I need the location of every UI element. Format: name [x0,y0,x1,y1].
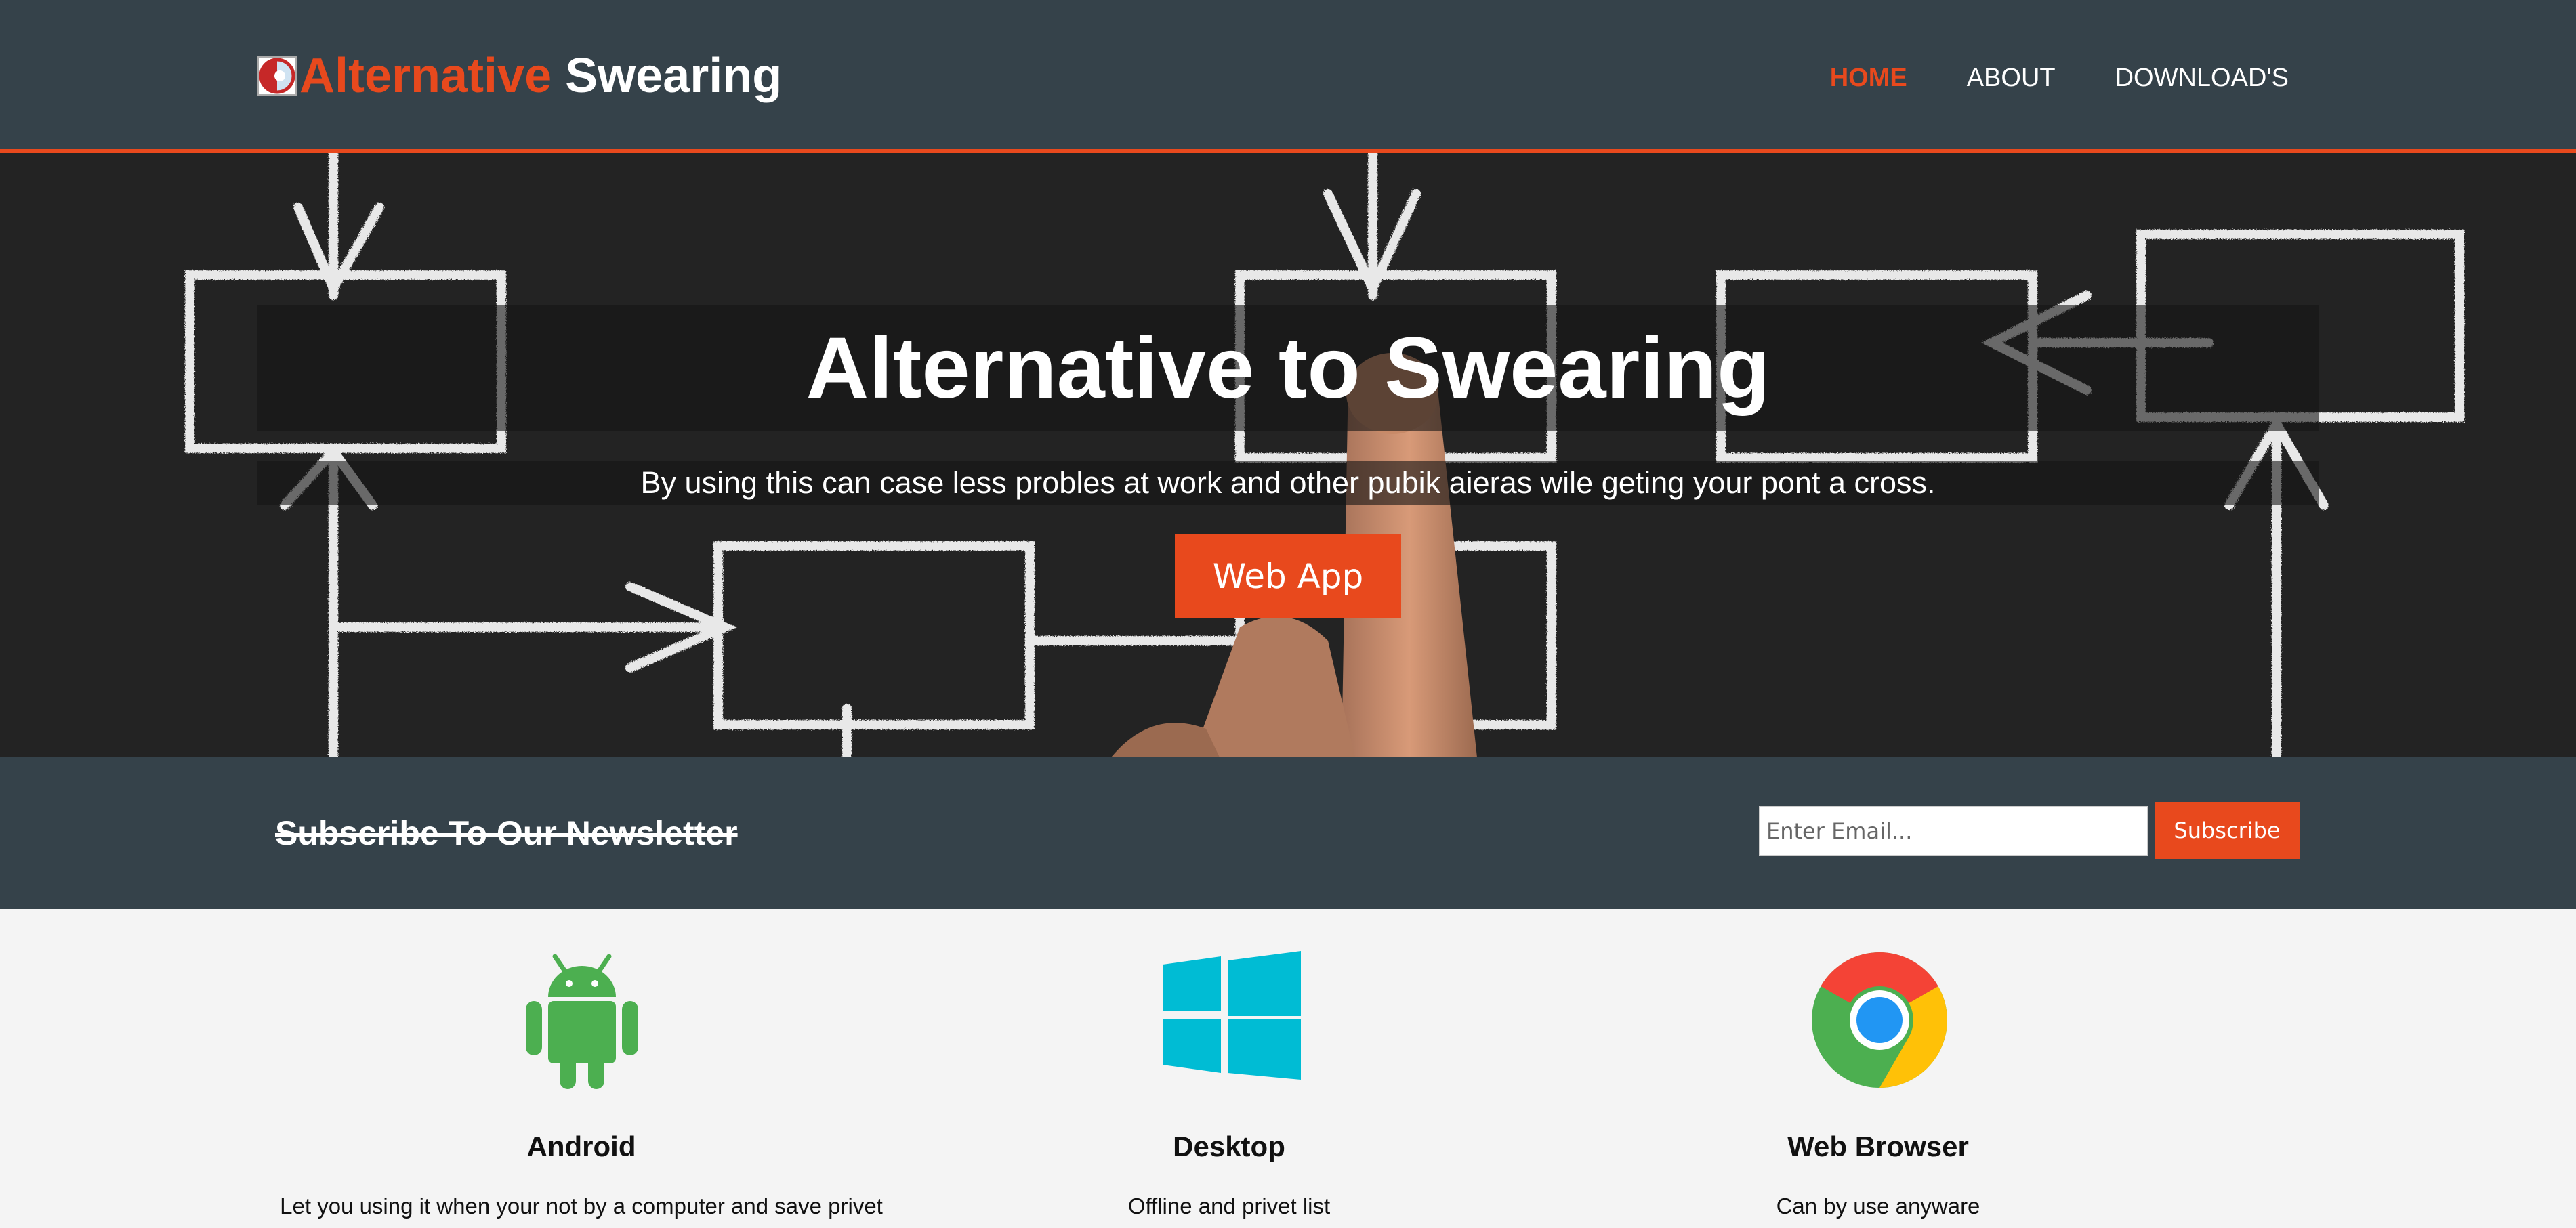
subscribe-button[interactable]: Subscribe [2155,802,2300,859]
flowchart-background-image [185,153,2464,757]
feature-description: Can by use anyware [1776,1193,1980,1219]
brand-accent-text: Alternative [299,49,552,103]
hero-subtitle: By using this can case less probles at w… [640,465,1936,500]
brand-rest-text: Swearing [565,49,783,103]
android-icon [526,954,638,1089]
feature-title: Android [526,1130,636,1162]
feature-title: Web Browser [1787,1130,1969,1162]
chrome-icon [1812,952,1947,1088]
email-field[interactable] [1759,806,2148,856]
feature-title: Desktop [1173,1130,1285,1162]
logo-icon [257,56,297,96]
site-header: Alternative Swearing HOME ABOUT DOWNLOAD… [0,0,2576,149]
nav-about[interactable]: ABOUT [1967,61,2056,95]
nav-home[interactable]: HOME [1830,61,1907,95]
brand[interactable]: Alternative Swearing [257,42,782,110]
hero-section: Alternative to Swearing By using this ca… [0,153,2576,757]
main-nav: HOME ABOUT DOWNLOAD'S [1830,61,2289,95]
feature-description: Offline and privet list [1127,1193,1331,1219]
web-app-button[interactable]: Web App [1175,534,1401,618]
nav-downloads[interactable]: DOWNLOAD'S [2115,61,2289,95]
feature-description: Let you using it when your not by a comp… [280,1193,883,1219]
features-section: Android Let you using it when your not b… [0,909,2576,1228]
windows-icon [1163,951,1301,1080]
newsletter-section: Subscribe To Our Newsletter Subscribe [0,757,2576,909]
hero-title: Alternative to Swearing [806,320,1770,417]
newsletter-title: Subscribe To Our Newsletter [275,814,738,852]
